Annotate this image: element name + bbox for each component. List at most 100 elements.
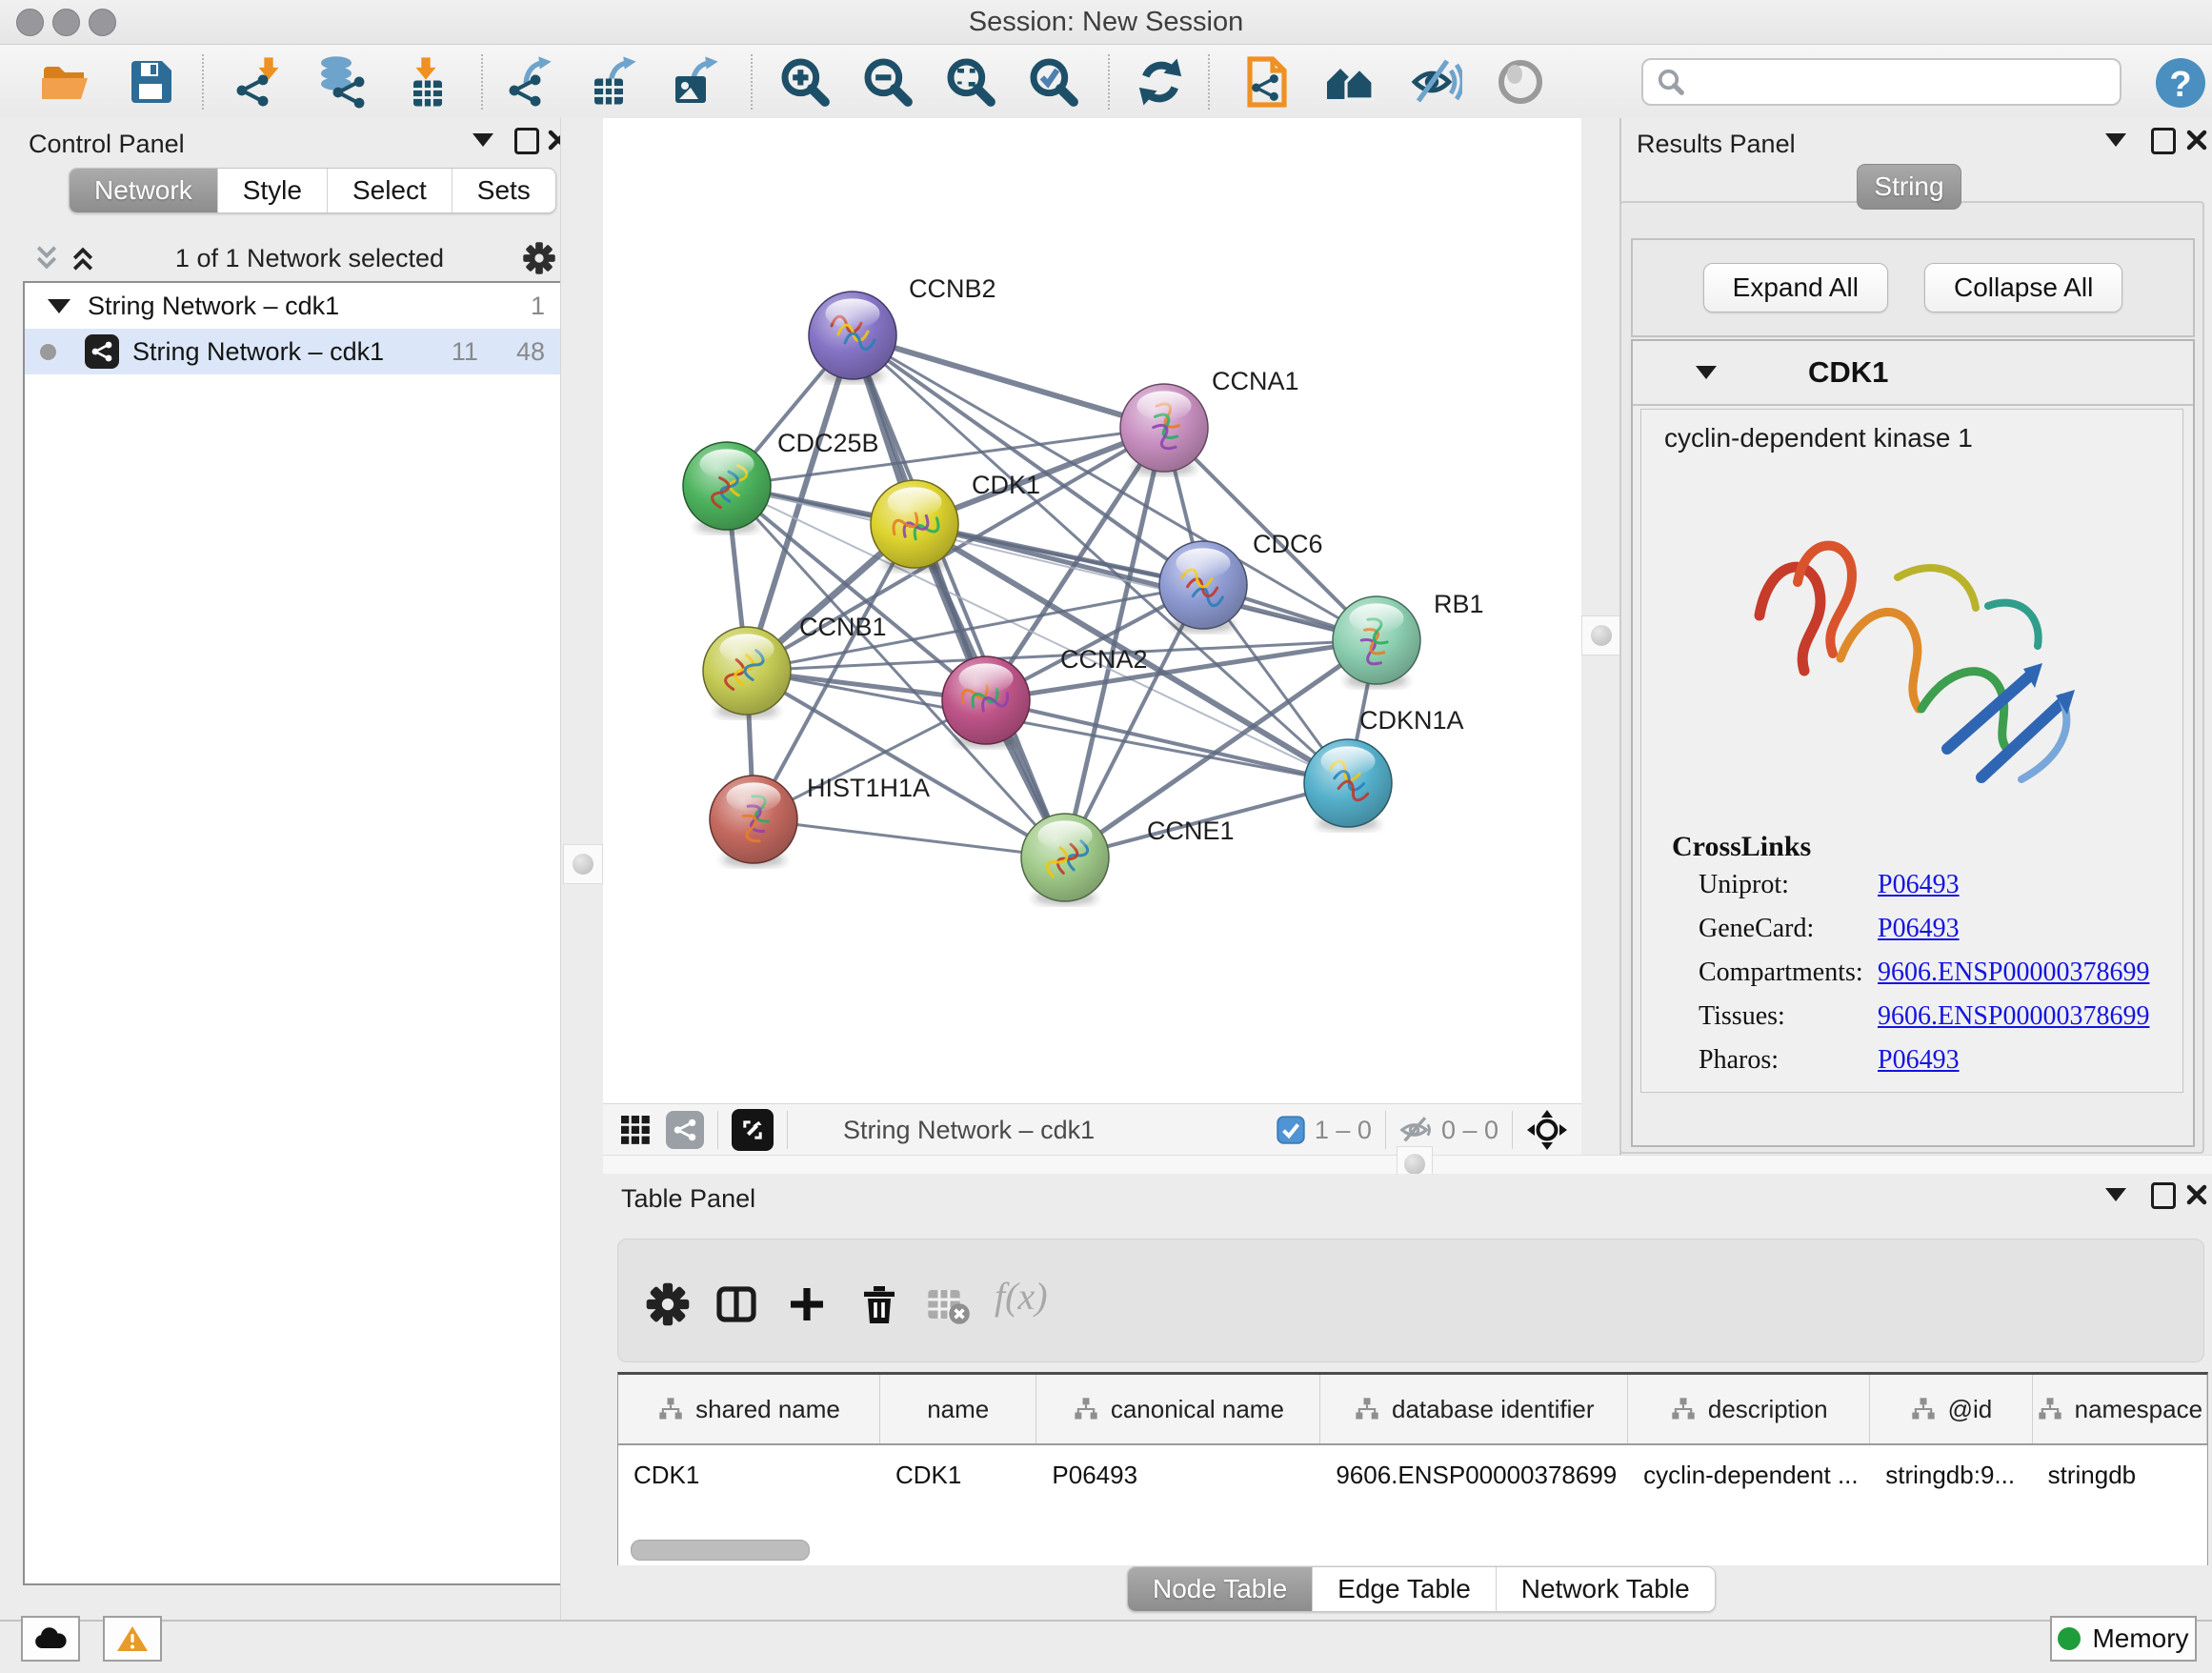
network-row-selected[interactable]: String Network – cdk1 11 48 <box>25 329 566 374</box>
network-collection-row[interactable]: String Network – cdk1 1 <box>25 283 566 329</box>
cell-database-identifier[interactable]: 9606.ENSP00000378699 <box>1320 1445 1628 1504</box>
search-box[interactable] <box>1641 58 2122 106</box>
home-icon[interactable] <box>1323 55 1377 109</box>
cell-namespace[interactable]: stringdb <box>2033 1445 2207 1504</box>
zoom-fit-icon[interactable] <box>944 55 997 109</box>
right-splitter-handle[interactable] <box>1581 615 1621 655</box>
save-session-icon[interactable] <box>124 55 177 109</box>
warnings-button[interactable] <box>103 1616 162 1662</box>
table-panel-float-icon[interactable] <box>2151 1182 2176 1209</box>
left-splitter-handle[interactable] <box>563 844 603 884</box>
import-table-icon[interactable] <box>399 55 452 109</box>
column-header-name[interactable]: name <box>880 1375 1036 1443</box>
collapse-all-chevron-icon[interactable] <box>32 244 61 272</box>
hide-panels-eye-icon[interactable] <box>1409 55 1462 109</box>
zoom-selected-icon[interactable] <box>1027 55 1080 109</box>
horizontal-splitter[interactable] <box>603 1155 2212 1175</box>
zoom-out-icon[interactable] <box>861 55 915 109</box>
edge-HIST1H1A-CCNE1[interactable] <box>754 819 1065 857</box>
column-header-description[interactable]: description <box>1628 1375 1870 1443</box>
right-splitter[interactable] <box>1581 118 1621 1155</box>
help-icon[interactable]: ? <box>2154 56 2207 110</box>
share-document-icon[interactable] <box>1240 55 1294 109</box>
crosslink-link[interactable]: P06493 <box>1878 914 1960 944</box>
results-panel-menu-icon[interactable] <box>2105 133 2126 147</box>
tab-style[interactable]: Style <box>218 169 328 212</box>
tab-select[interactable]: Select <box>328 169 452 212</box>
expand-all-button[interactable]: Expand All <box>1703 263 1888 312</box>
network-graph[interactable]: CCNB2 CCNA1 CDC25B CDK1 CDC6 RB1 CCNB1 C… <box>603 118 1581 1103</box>
selected-checkbox-icon[interactable] <box>1277 1116 1305 1144</box>
search-input[interactable] <box>1695 62 2120 102</box>
edge-CCNA2-CDKN1A[interactable] <box>986 700 1348 783</box>
collapse-all-button[interactable]: Collapse All <box>1924 263 2122 312</box>
gene-collapse-icon[interactable] <box>1696 366 1717 379</box>
collection-expand-icon[interactable] <box>48 299 70 313</box>
node-CCNA2[interactable]: CCNA2 <box>942 645 1148 748</box>
crosslink-link[interactable]: P06493 <box>1878 1045 1960 1076</box>
cell-shared-name[interactable]: CDK1 <box>618 1445 880 1504</box>
memory-button[interactable]: Memory <box>2050 1616 2197 1662</box>
node-RB1[interactable]: RB1 <box>1333 590 1484 688</box>
node-CCNE1[interactable]: CCNE1 <box>1021 814 1235 905</box>
gene-section-header[interactable]: CDK1 <box>1633 341 2193 406</box>
node-HIST1H1A[interactable]: HIST1H1A <box>710 774 930 867</box>
edge-CCNB2-CCNA1[interactable] <box>853 335 1164 428</box>
crosslink-link[interactable]: P06493 <box>1878 870 1960 900</box>
results-panel-close-icon[interactable] <box>2185 129 2208 151</box>
tab-edge-table[interactable]: Edge Table <box>1313 1567 1497 1611</box>
control-panel-float-icon[interactable] <box>514 128 539 154</box>
import-network-icon[interactable] <box>232 55 286 109</box>
fit-selected-crosshair-icon[interactable] <box>1526 1109 1568 1151</box>
crosslink-link[interactable]: 9606.ENSP00000378699 <box>1878 1001 2149 1032</box>
node-CCNA1[interactable]: CCNA1 <box>1120 367 1299 475</box>
control-panel-menu-icon[interactable] <box>473 133 493 147</box>
delete-column-trash-icon[interactable] <box>856 1281 902 1327</box>
network-style-icon[interactable] <box>666 1111 704 1149</box>
tab-sets[interactable]: Sets <box>452 169 555 212</box>
node-CDK1[interactable]: CDK1 <box>871 471 1040 572</box>
expand-all-chevron-icon[interactable] <box>69 244 97 272</box>
table-horizontal-scrollbar[interactable] <box>631 1540 810 1561</box>
cell-description[interactable]: cyclin-dependent ... <box>1628 1445 1870 1504</box>
column-header--id[interactable]: @id <box>1870 1375 2032 1443</box>
open-session-icon[interactable] <box>38 55 91 109</box>
tab-string[interactable]: String <box>1857 164 1961 210</box>
crosslink-label: Compartments: <box>1699 957 1878 988</box>
node-CDC6[interactable]: CDC6 <box>1159 530 1323 633</box>
network-options-gear-icon[interactable] <box>522 241 556 275</box>
column-header-namespace[interactable]: namespace <box>2033 1375 2207 1443</box>
import-network-from-database-icon[interactable] <box>313 55 367 109</box>
network-canvas[interactable]: CCNB2 CCNA1 CDC25B CDK1 CDC6 RB1 CCNB1 C… <box>603 118 1581 1103</box>
crosslink-row: GeneCard:P06493 <box>1699 907 2182 951</box>
tab-network-table[interactable]: Network Table <box>1497 1567 1715 1611</box>
column-header-database-identifier[interactable]: database identifier <box>1320 1375 1628 1443</box>
results-panel-float-icon[interactable] <box>2151 128 2176 154</box>
create-column-plus-icon[interactable] <box>784 1281 830 1327</box>
left-splitter[interactable] <box>560 118 605 1620</box>
table-panel-menu-icon[interactable] <box>2105 1188 2126 1201</box>
tab-node-table[interactable]: Node Table <box>1128 1567 1313 1611</box>
table-panel-close-icon[interactable] <box>2185 1183 2208 1206</box>
cell-canonical-name[interactable]: P06493 <box>1036 1445 1320 1504</box>
refresh-icon[interactable] <box>1134 55 1187 109</box>
node-CDC25B[interactable]: CDC25B <box>683 429 879 534</box>
tab-network[interactable]: Network <box>70 169 218 212</box>
zoom-in-icon[interactable] <box>778 55 832 109</box>
cell--id[interactable]: stringdb:9... <box>1870 1445 2032 1504</box>
table-settings-gear-icon[interactable] <box>645 1281 691 1327</box>
node-CDKN1A[interactable]: CDKN1A <box>1304 706 1464 831</box>
export-network-icon[interactable] <box>507 55 560 109</box>
crosslink-link[interactable]: 9606.ENSP00000378699 <box>1878 957 2149 988</box>
cloud-status-button[interactable] <box>21 1616 80 1662</box>
export-table-icon[interactable] <box>588 55 641 109</box>
export-image-icon[interactable] <box>670 55 723 109</box>
show-panel-sphere-icon[interactable] <box>1494 55 1547 109</box>
column-header-canonical-name[interactable]: canonical name <box>1036 1375 1320 1443</box>
show-column-panel-icon[interactable] <box>714 1281 759 1327</box>
cell-name[interactable]: CDK1 <box>880 1445 1036 1504</box>
table-row[interactable]: CDK1CDK1P064939606.ENSP00000378699cyclin… <box>618 1445 2207 1504</box>
birds-eye-view-icon[interactable] <box>732 1109 774 1151</box>
column-header-shared-name[interactable]: shared name <box>618 1375 880 1443</box>
grid-view-icon[interactable] <box>618 1113 653 1147</box>
